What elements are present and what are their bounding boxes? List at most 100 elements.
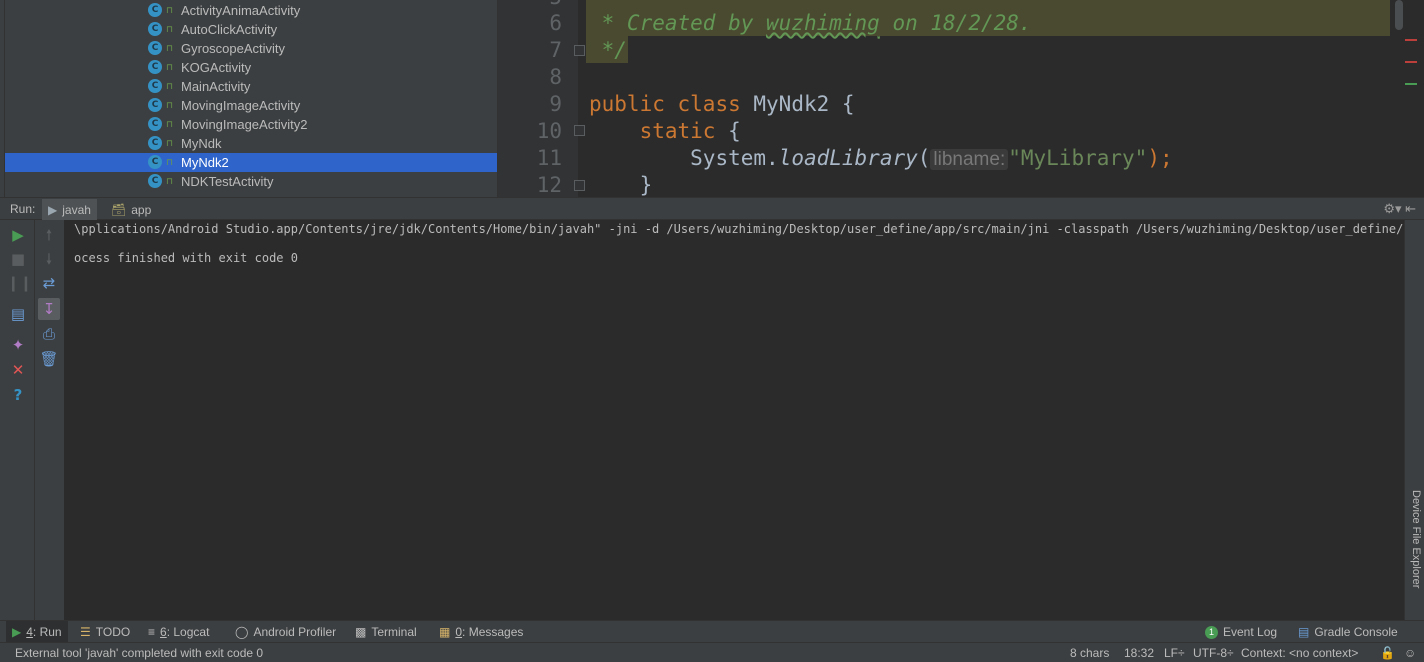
scroll-to-end-icon[interactable]: ↧ bbox=[38, 298, 60, 320]
pause-icon[interactable]: ❙❙ bbox=[7, 272, 32, 294]
class-icon: C bbox=[148, 136, 162, 150]
line-number: 6 bbox=[549, 11, 562, 35]
code-editor[interactable]: 5 6 7 8 9 10 11 12 * Created by wuzhimin… bbox=[497, 0, 1424, 197]
class-icon: C bbox=[148, 174, 162, 188]
public-access-icon: ⊓ bbox=[166, 119, 174, 129]
error-stripe-mark[interactable] bbox=[1405, 39, 1417, 41]
public-access-icon: ⊓ bbox=[166, 43, 174, 53]
console-line: ocess finished with exit code 0 bbox=[74, 251, 298, 265]
public-access-icon: ⊓ bbox=[166, 5, 174, 15]
terminal-icon: ▩ bbox=[355, 625, 367, 639]
fold-marker-icon[interactable] bbox=[574, 125, 585, 136]
status-position[interactable]: 18:32 bbox=[1124, 646, 1154, 660]
messages-tool-button[interactable]: ▦ 0: Messages bbox=[433, 621, 529, 643]
help-icon[interactable]: ? bbox=[7, 384, 29, 406]
run-label: Run: bbox=[10, 202, 36, 216]
tree-item-label: MyNdk bbox=[181, 136, 222, 151]
logcat-icon: ≡ bbox=[148, 625, 156, 639]
tab-app[interactable]: 🗃 app bbox=[105, 199, 157, 220]
play-tab-icon: ▶ bbox=[48, 202, 58, 217]
tree-item[interactable]: C ⊓ NDKTestActivity bbox=[5, 172, 497, 191]
tree-item-label: MovingImageActivity2 bbox=[181, 117, 308, 132]
inspector-icon[interactable]: ☺ bbox=[1404, 646, 1416, 660]
public-access-icon: ⊓ bbox=[166, 62, 174, 72]
profiler-tool-button[interactable]: ◯ Android Profiler bbox=[229, 621, 342, 643]
rerun-icon[interactable]: ▶ bbox=[7, 224, 29, 246]
logcat-tool-button[interactable]: ≡ 6: Logcat bbox=[142, 621, 215, 643]
run-toolbar: ▶ ■ ❙❙ ▤ ✦ ✕ ? 🠕 🠗 ⇄ ↧ ⎙ 🗑 bbox=[0, 220, 64, 620]
line-number: 7 bbox=[549, 38, 562, 62]
console-output[interactable]: \pplications/Android Studio.app/Contents… bbox=[64, 220, 1404, 620]
tree-item-label: KOGActivity bbox=[181, 60, 252, 75]
line-number: 9 bbox=[549, 92, 562, 116]
fold-marker-icon[interactable] bbox=[574, 45, 585, 56]
tree-item[interactable]: C ⊓ MyNdk bbox=[5, 134, 497, 153]
error-stripe-mark[interactable] bbox=[1405, 61, 1417, 63]
tree-item-label: AutoClickActivity bbox=[181, 22, 278, 37]
line-number: 11 bbox=[536, 146, 562, 170]
tree-item-label: NDKTestActivity bbox=[181, 174, 274, 189]
run-icon: ▶ bbox=[12, 625, 22, 639]
editor-gutter: 5 6 7 8 9 10 11 12 bbox=[498, 0, 585, 197]
event-log-tool-button[interactable]: 1 Event Log bbox=[1199, 621, 1283, 643]
print-icon[interactable]: ⎙ bbox=[38, 323, 60, 345]
arrow-up-icon[interactable]: 🠕 bbox=[38, 224, 60, 246]
code-line-11: System.loadLibrary(libname: "MyLibrary"); bbox=[690, 146, 1173, 170]
editor-scrollbar[interactable] bbox=[1395, 0, 1403, 30]
public-access-icon: ⊓ bbox=[166, 157, 174, 167]
lock-icon[interactable]: 🔓 bbox=[1380, 646, 1395, 660]
restore-layout-icon[interactable]: ▤ bbox=[7, 303, 29, 325]
todo-tool-button[interactable]: ☰ TODO bbox=[74, 621, 136, 643]
status-encoding[interactable]: UTF-8÷ bbox=[1193, 646, 1234, 660]
tree-item[interactable]: C ⊓ GyroscopeActivity bbox=[5, 39, 497, 58]
todo-icon: ☰ bbox=[80, 625, 91, 639]
status-line-separator[interactable]: LF÷ bbox=[1164, 646, 1185, 660]
gear-icon[interactable]: ⚙▾ ⇤ bbox=[1383, 201, 1416, 217]
run-tool-button[interactable]: ▶ 4: Run bbox=[6, 621, 68, 643]
status-bar: External tool 'javah' completed with exi… bbox=[0, 642, 1424, 662]
pin-icon[interactable]: ✦ bbox=[7, 334, 29, 356]
code-line-7: */ bbox=[589, 38, 627, 62]
tree-item[interactable]: C ⊓ AutoClickActivity bbox=[5, 20, 497, 39]
tree-item-label: MyNdk2 bbox=[181, 155, 229, 170]
device-file-explorer-button[interactable]: Device File Explorer bbox=[1408, 490, 1422, 588]
tree-item[interactable]: C ⊓ KOGActivity bbox=[5, 58, 497, 77]
tree-item-label: GyroscopeActivity bbox=[181, 41, 286, 56]
status-message[interactable]: External tool 'javah' completed with exi… bbox=[15, 646, 263, 660]
code-line-9: public class MyNdk2 { bbox=[589, 92, 855, 116]
tree-item-label: MovingImageActivity bbox=[181, 98, 301, 113]
arrow-down-icon[interactable]: 🠗 bbox=[38, 248, 60, 270]
tree-item[interactable]: C ⊓ MyNdk2 bbox=[5, 153, 497, 172]
class-icon: C bbox=[148, 117, 162, 131]
trash-icon[interactable]: 🗑 bbox=[38, 348, 60, 370]
class-icon: C bbox=[148, 155, 162, 169]
class-icon: C bbox=[148, 60, 162, 74]
messages-icon: ▦ bbox=[439, 625, 451, 639]
code-line-10: static { bbox=[639, 119, 741, 143]
line-number: 8 bbox=[549, 65, 562, 89]
public-access-icon: ⊓ bbox=[166, 176, 174, 186]
tree-item[interactable]: C ⊓ MovingImageActivity2 bbox=[5, 115, 497, 134]
public-access-icon: ⊓ bbox=[166, 138, 174, 148]
class-icon: C bbox=[148, 79, 162, 93]
change-stripe-mark[interactable] bbox=[1405, 83, 1417, 85]
public-access-icon: ⊓ bbox=[166, 24, 174, 34]
gradle-console-tool-button[interactable]: ▤ Gradle Console bbox=[1292, 621, 1404, 643]
stop-icon[interactable]: ■ bbox=[7, 248, 29, 270]
project-tree: C ⊓ ActivityAnimaActivity C ⊓ AutoClickActivi… bbox=[0, 0, 497, 197]
tree-item-label: MainActivity bbox=[181, 79, 251, 94]
status-context[interactable]: Context: <no context> bbox=[1241, 646, 1358, 660]
event-log-badge-icon: 1 bbox=[1205, 625, 1218, 639]
tool-window-bar: ▶ 4: Run ☰ TODO ≡ 6: Logcat ◯ Android Pr… bbox=[0, 620, 1424, 643]
tree-item[interactable]: C ⊓ MainActivity bbox=[5, 77, 497, 96]
parameter-hint: libname: bbox=[930, 149, 1009, 170]
terminal-tool-button[interactable]: ▩ Terminal bbox=[349, 621, 423, 643]
tab-javah[interactable]: ▶ javah bbox=[42, 199, 97, 220]
tree-item[interactable]: C ⊓ ActivityAnimaActivity bbox=[5, 1, 497, 20]
public-access-icon: ⊓ bbox=[166, 100, 174, 110]
soft-wrap-icon[interactable]: ⇄ bbox=[38, 272, 60, 294]
close-icon[interactable]: ✕ bbox=[7, 359, 29, 381]
class-icon: C bbox=[148, 41, 162, 55]
fold-marker-icon[interactable] bbox=[574, 180, 585, 191]
tree-item[interactable]: C ⊓ MovingImageActivity bbox=[5, 96, 497, 115]
